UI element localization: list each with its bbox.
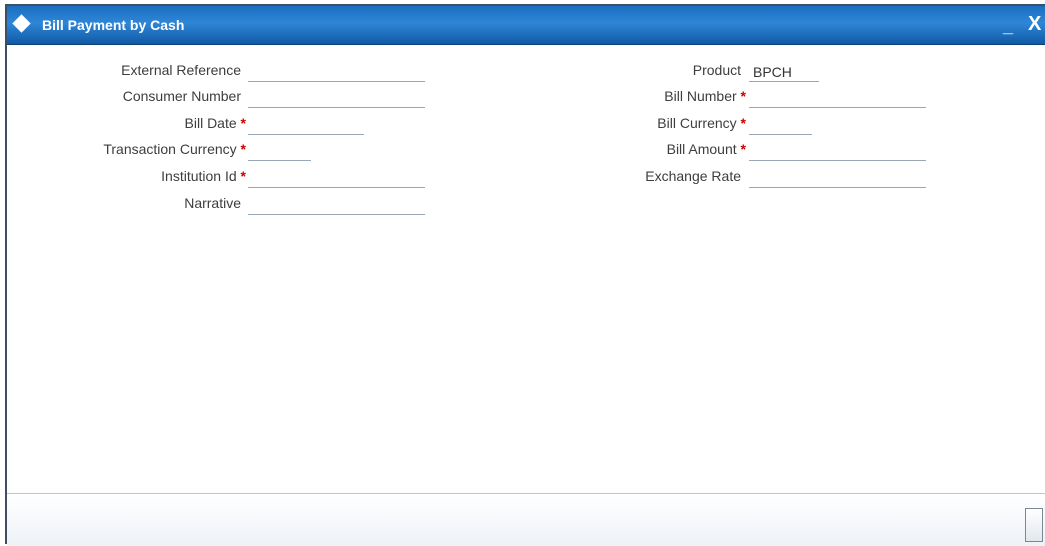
required-marker: *	[240, 141, 246, 157]
transaction-currency-label-wrap: Transaction Currency *	[103, 141, 246, 157]
bill-number-label-wrap: Bill Number *	[664, 88, 746, 104]
external-reference-field[interactable]	[248, 62, 425, 82]
narrative-field[interactable]	[248, 195, 425, 215]
institution-id-label: Institution Id	[161, 168, 237, 184]
bill-amount-label: Bill Amount	[666, 141, 737, 157]
exchange-rate-label: Exchange Rate	[645, 168, 741, 184]
minimize-button[interactable]: _	[1003, 17, 1013, 35]
bill-date-label: Bill Date	[184, 115, 237, 131]
footer-bar	[7, 493, 1045, 546]
external-reference-label: External Reference	[121, 62, 241, 78]
consumer-number-field[interactable]	[248, 88, 425, 108]
institution-id-label-wrap: Institution Id *	[161, 168, 246, 184]
institution-id-field[interactable]	[248, 168, 425, 188]
diamond-icon	[12, 14, 31, 33]
close-button[interactable]: X	[1028, 14, 1041, 34]
form-area: External Reference Consumer Number Bill …	[7, 45, 1045, 492]
bill-number-label: Bill Number	[664, 88, 737, 104]
bill-amount-label-wrap: Bill Amount *	[667, 141, 746, 157]
consumer-number-label: Consumer Number	[122, 88, 241, 104]
window-title: Bill Payment by Cash	[42, 17, 185, 33]
product-label: Product	[692, 62, 741, 78]
bill-currency-field[interactable]	[749, 115, 812, 135]
bill-currency-label-wrap: Bill Currency *	[657, 115, 746, 131]
product-field[interactable]	[749, 62, 819, 82]
exchange-rate-field[interactable]	[749, 168, 926, 188]
bill-number-field[interactable]	[749, 88, 926, 108]
required-marker: *	[740, 115, 746, 131]
transaction-currency-label: Transaction Currency	[103, 141, 237, 157]
required-marker: *	[740, 88, 746, 104]
transaction-currency-field[interactable]	[248, 141, 311, 161]
footer-button[interactable]	[1025, 508, 1043, 542]
required-marker: *	[740, 141, 746, 157]
narrative-label: Narrative	[184, 195, 241, 211]
required-marker: *	[240, 115, 246, 131]
bill-date-label-wrap: Bill Date *	[185, 115, 246, 131]
bill-currency-label: Bill Currency	[657, 115, 737, 131]
required-marker: *	[240, 168, 246, 184]
bill-amount-field[interactable]	[749, 141, 926, 161]
bill-payment-window: Bill Payment by Cash _ X External Refere…	[5, 4, 1045, 546]
title-bar[interactable]: Bill Payment by Cash _ X	[7, 6, 1045, 45]
bill-date-field[interactable]	[248, 115, 364, 135]
